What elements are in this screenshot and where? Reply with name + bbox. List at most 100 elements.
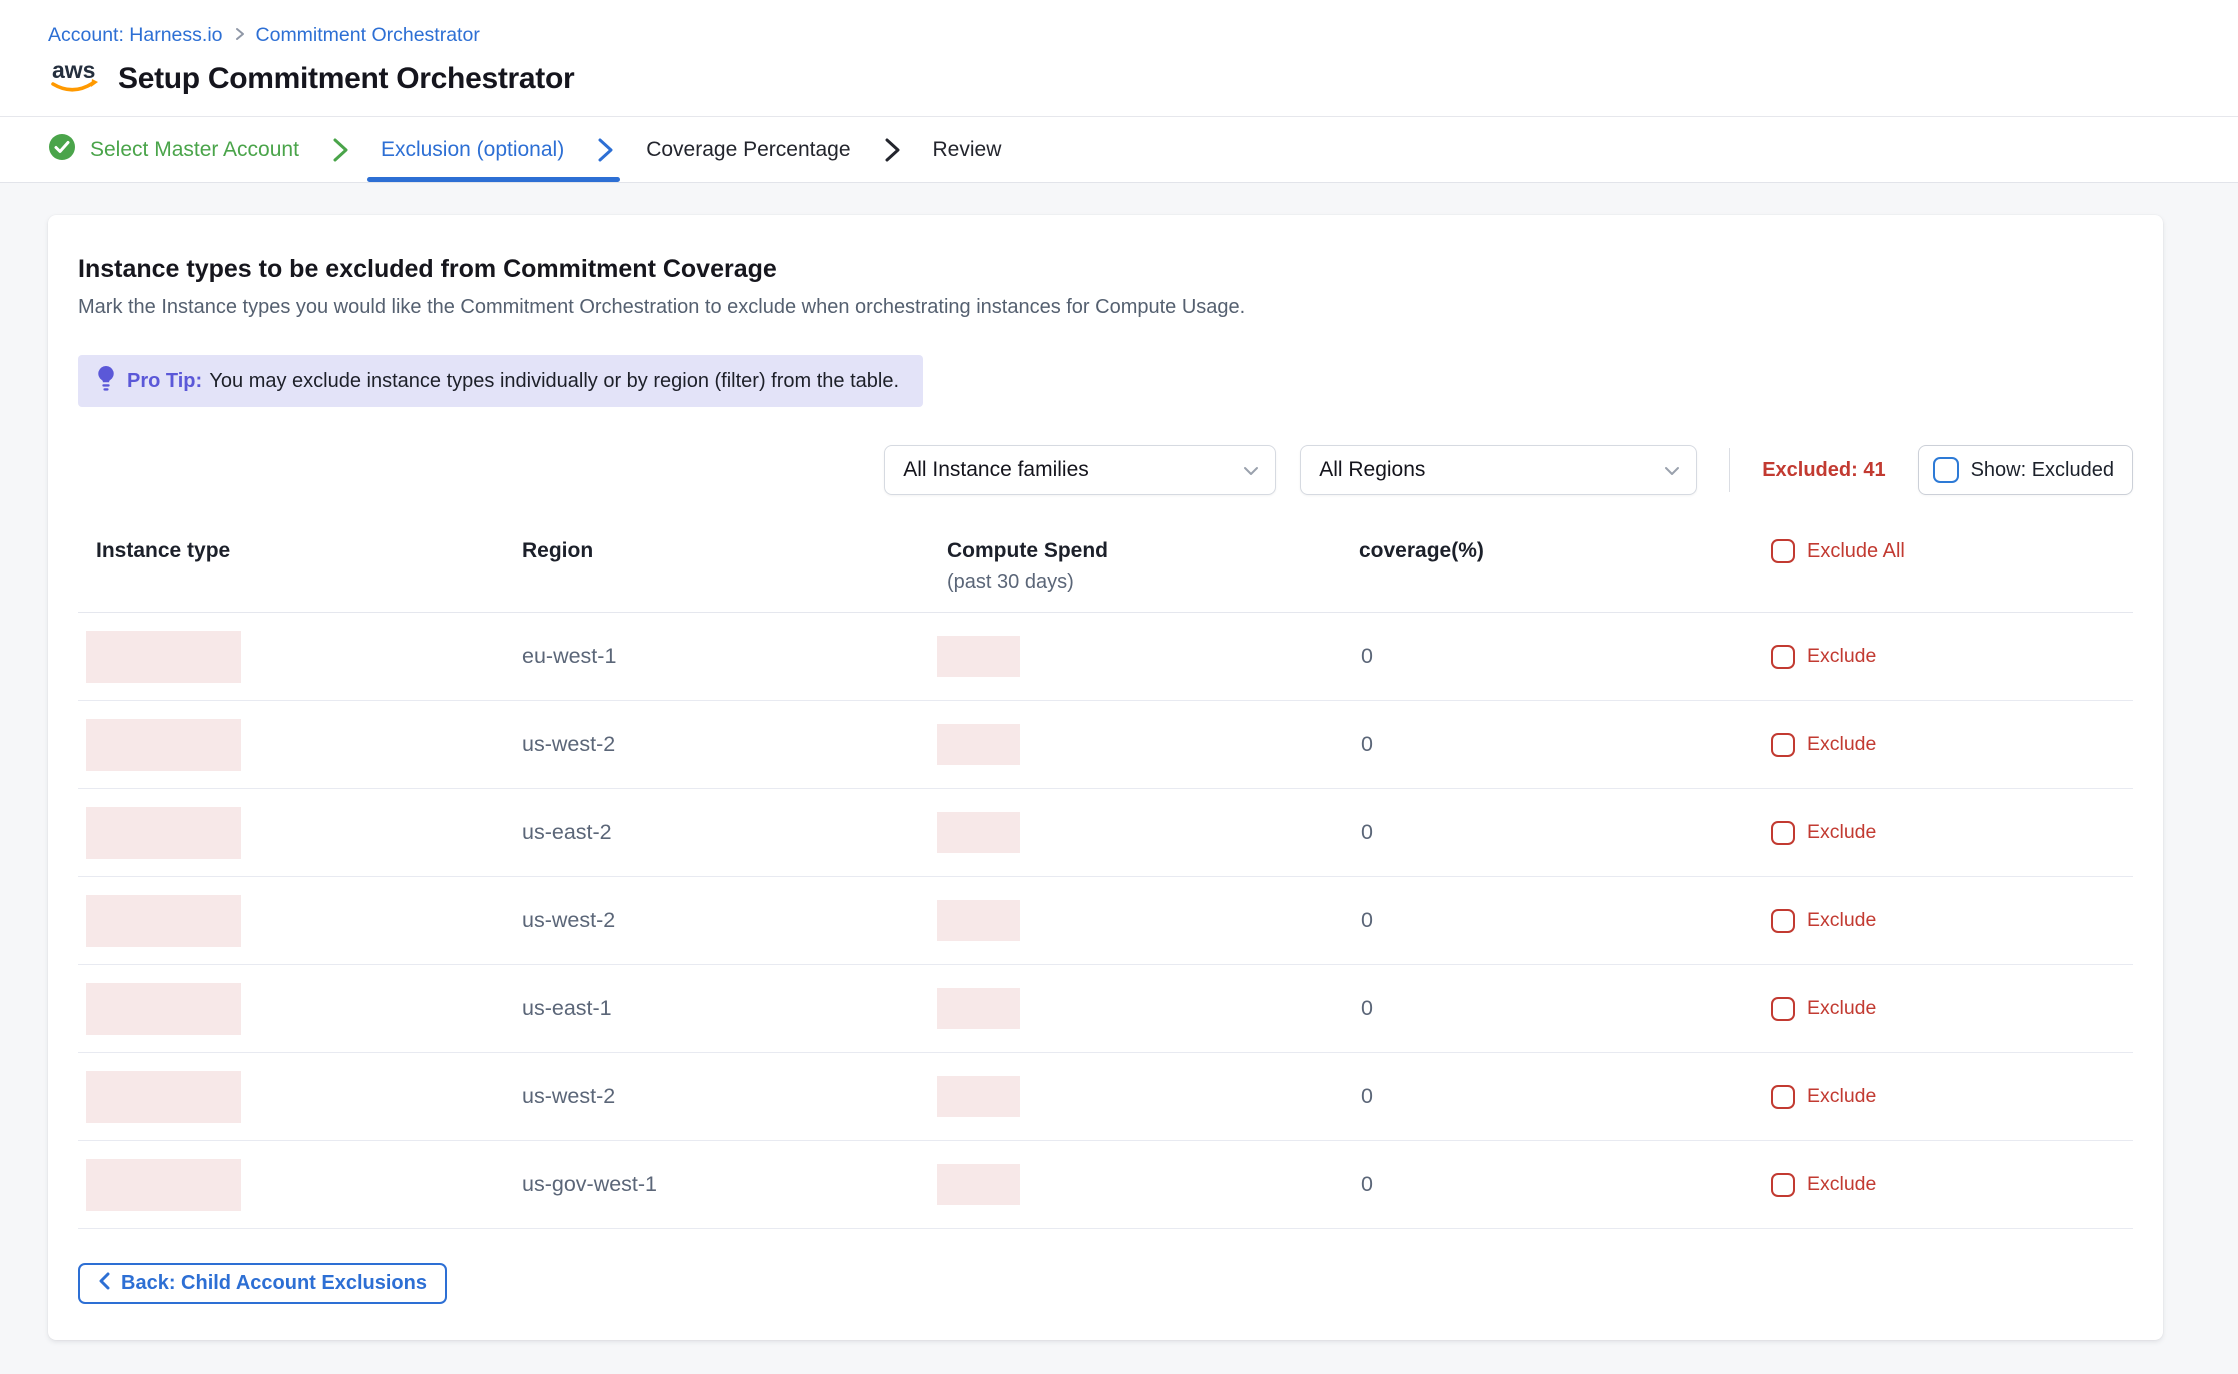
show-excluded-checkbox[interactable] [1933,457,1959,483]
pro-tip-text: You may exclude instance types individua… [209,370,899,392]
top-header: Account: Harness.io Commitment Orchestra… [0,0,2238,116]
region-cell: us-gov-west-1 [512,1172,937,1197]
column-compute-spend-sub: (past 30 days) [947,571,1349,594]
exclude-label: Exclude [1807,1085,1876,1108]
coverage-cell: 0 [1349,732,1771,757]
pro-tip-label: Pro Tip: [127,370,202,392]
coverage-cell: 0 [1349,1084,1771,1109]
instance-families-value: All Instance families [903,458,1089,482]
breadcrumb-page-link[interactable]: Commitment Orchestrator [256,24,480,47]
panel-subtitle: Mark the Instance types you would like t… [78,296,2133,319]
chevron-right-icon [594,137,616,163]
table-row: us-west-2 0 Exclude [78,877,2133,965]
exclude-all-control[interactable]: Exclude All [1771,539,2133,563]
back-button-label: Back: Child Account Exclusions [121,1272,427,1295]
lightbulb-icon [96,365,116,398]
column-instance-type: Instance type [78,539,512,563]
excluded-count-badge: Excluded: 41 [1762,459,1885,482]
region-cell: us-west-2 [512,908,937,933]
svg-text:aws: aws [52,57,95,83]
regions-select[interactable]: All Regions [1300,445,1697,495]
step-review[interactable]: Review [933,117,1002,182]
filter-divider [1729,448,1730,492]
step-coverage-percentage[interactable]: Coverage Percentage [646,117,902,182]
exclude-control[interactable]: Exclude [1771,821,2133,845]
coverage-cell: 0 [1349,644,1771,669]
redacted-compute-spend [937,1164,1020,1205]
coverage-cell: 0 [1349,908,1771,933]
exclude-control[interactable]: Exclude [1771,997,2133,1021]
chevron-left-icon [98,1272,110,1296]
table-row: us-east-1 0 Exclude [78,965,2133,1053]
table-header: Instance type Region Compute Spend (past… [78,539,2133,613]
coverage-cell: 0 [1349,820,1771,845]
exclude-all-label: Exclude All [1807,540,1905,563]
redacted-compute-spend [937,636,1020,677]
show-excluded-toggle[interactable]: Show: Excluded [1918,445,2133,495]
wizard-stepper: Select Master Account Exclusion (optiona… [0,117,2238,183]
exclude-control[interactable]: Exclude [1771,1173,2133,1197]
exclude-checkbox[interactable] [1771,733,1795,757]
redacted-instance-type [86,807,241,859]
table-row: us-west-2 0 Exclude [78,1053,2133,1141]
step-label: Select Master Account [90,138,299,162]
page-title: Setup Commitment Orchestrator [118,62,574,96]
column-compute-spend: Compute Spend (past 30 days) [937,539,1349,594]
exclude-control[interactable]: Exclude [1771,733,2133,757]
chevron-right-icon [881,137,903,163]
back-child-account-exclusions-button[interactable]: Back: Child Account Exclusions [78,1263,447,1304]
region-cell: us-east-2 [512,820,937,845]
exclude-control[interactable]: Exclude [1771,909,2133,933]
exclude-checkbox[interactable] [1771,1085,1795,1109]
exclude-checkbox[interactable] [1771,1173,1795,1197]
exclude-label: Exclude [1807,645,1876,668]
exclude-label: Exclude [1807,821,1876,844]
exclude-checkbox[interactable] [1771,909,1795,933]
redacted-compute-spend [937,724,1020,765]
breadcrumb-account-link[interactable]: Account: Harness.io [48,24,223,47]
table-row: us-gov-west-1 0 Exclude [78,1141,2133,1229]
coverage-cell: 0 [1349,996,1771,1021]
table-row: us-east-2 0 Exclude [78,789,2133,877]
chevron-right-icon [233,24,246,47]
exclude-control[interactable]: Exclude [1771,645,2133,669]
breadcrumb: Account: Harness.io Commitment Orchestra… [48,24,2190,47]
table-row: eu-west-1 0 Exclude [78,613,2133,701]
exclude-checkbox[interactable] [1771,645,1795,669]
check-circle-icon [48,133,76,167]
exclude-all-checkbox[interactable] [1771,539,1795,563]
redacted-instance-type [86,631,241,683]
step-exclusion-optional[interactable]: Exclusion (optional) [381,117,616,182]
exclude-label: Exclude [1807,733,1876,756]
redacted-instance-type [86,719,241,771]
chevron-down-icon [1243,458,1259,482]
exclude-control[interactable]: Exclude [1771,1085,2133,1109]
coverage-cell: 0 [1349,1172,1771,1197]
redacted-compute-spend [937,812,1020,853]
column-coverage: coverage(%) [1349,539,1771,563]
exclude-label: Exclude [1807,1173,1876,1196]
chevron-right-icon [329,137,351,163]
redacted-instance-type [86,1071,241,1123]
region-cell: us-west-2 [512,1084,937,1109]
regions-value: All Regions [1319,458,1425,482]
step-label: Coverage Percentage [646,138,850,162]
step-select-master-account[interactable]: Select Master Account [48,117,351,182]
redacted-instance-type [86,983,241,1035]
region-cell: us-east-1 [512,996,937,1021]
panel-title: Instance types to be excluded from Commi… [78,255,2133,284]
region-cell: eu-west-1 [512,644,937,669]
table-row: us-west-2 0 Exclude [78,701,2133,789]
redacted-instance-type [86,895,241,947]
instance-families-select[interactable]: All Instance families [884,445,1276,495]
redacted-instance-type [86,1159,241,1211]
aws-logo-icon: aws [48,57,102,100]
redacted-compute-spend [937,988,1020,1029]
exclude-checkbox[interactable] [1771,821,1795,845]
region-cell: us-west-2 [512,732,937,757]
redacted-compute-spend [937,900,1020,941]
exclude-label: Exclude [1807,997,1876,1020]
pro-tip-banner: Pro Tip: You may exclude instance types … [78,355,923,407]
exclude-checkbox[interactable] [1771,997,1795,1021]
filter-bar: All Instance families All Regions Exclud… [78,445,2133,495]
